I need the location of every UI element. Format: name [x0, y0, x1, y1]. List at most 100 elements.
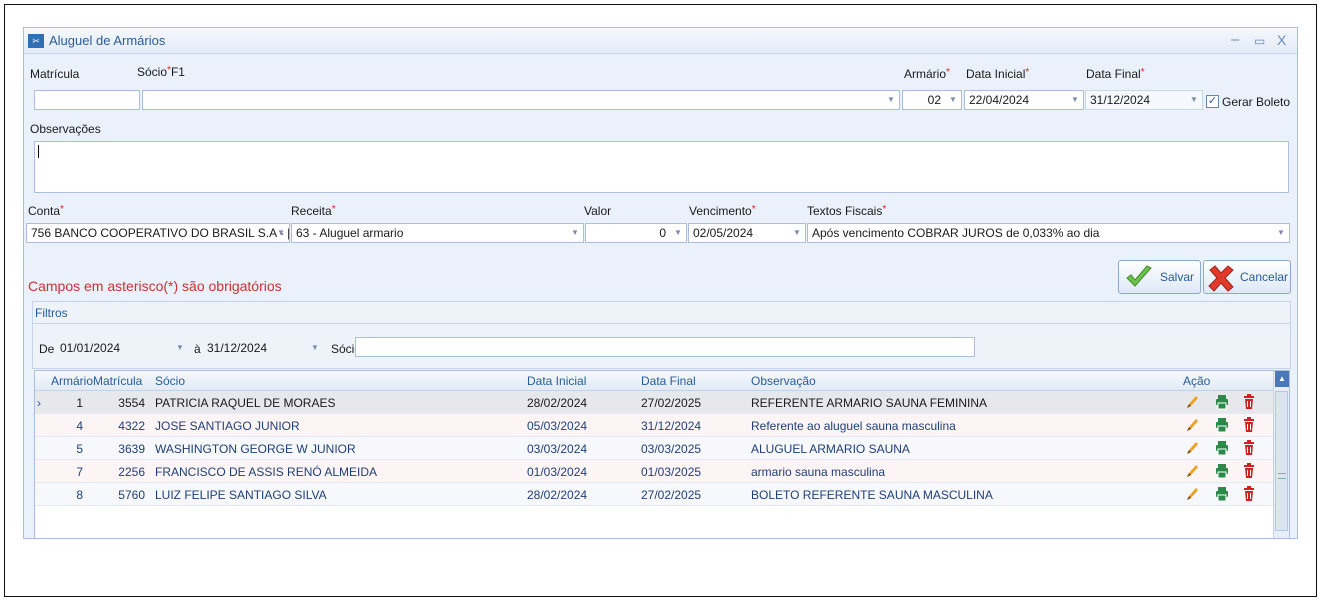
chevron-down-icon[interactable]: ▼	[945, 91, 961, 109]
cell-socio: WASHINGTON GEORGE W JUNIOR	[155, 442, 356, 456]
textos-fiscais-label: Textos Fiscais*	[807, 204, 886, 218]
textos-fiscais-label-text: Textos Fiscais	[807, 204, 883, 218]
cell-data-final: 03/03/2025	[641, 442, 702, 456]
cell-armario: 5	[76, 442, 83, 456]
armario-label: Armário*	[904, 67, 950, 81]
col-acao[interactable]: Ação	[1183, 374, 1210, 388]
cell-armario: 4	[76, 419, 83, 433]
required-mark: *	[331, 204, 336, 215]
close-button[interactable]: X	[1277, 32, 1286, 48]
col-data-inicial[interactable]: Data Inicial	[527, 374, 586, 388]
receita-label-text: Receita	[291, 204, 332, 218]
conta-combo[interactable]: 756 BANCO COOPERATIVO DO BRASIL S.A - | …	[26, 223, 290, 243]
filter-socio-input[interactable]	[355, 337, 975, 357]
edit-icon[interactable]	[1185, 417, 1199, 433]
maximize-button[interactable]: ▭	[1254, 34, 1265, 48]
cell-data-final: 01/03/2025	[641, 465, 702, 479]
data-inicial-value: 22/04/2024	[969, 93, 1030, 107]
delete-icon[interactable]	[1242, 486, 1256, 502]
filter-a-picker[interactable]: 31/12/2024 ▼	[202, 338, 324, 358]
scroll-thumb[interactable]	[1275, 391, 1288, 531]
delete-icon[interactable]	[1242, 394, 1256, 410]
print-icon[interactable]	[1215, 463, 1229, 479]
print-icon[interactable]	[1215, 394, 1229, 410]
filters-title: Filtros	[35, 306, 68, 320]
valor-label: Valor	[584, 204, 612, 218]
cell-data-inicial: 01/03/2024	[527, 465, 588, 479]
socio-combo[interactable]: ▼	[142, 90, 900, 110]
save-button[interactable]: Salvar	[1118, 260, 1201, 294]
title-bar: ✂ Aluguel de Armários – ▭ X	[24, 28, 1297, 54]
minimize-button[interactable]: –	[1231, 31, 1239, 48]
cell-matricula: 5760	[118, 488, 145, 502]
table-row[interactable]: › 1 3554 PATRICIA RAQUEL DE MORAES 28/02/202…	[35, 391, 1275, 414]
cancel-button[interactable]: Cancelar	[1203, 260, 1291, 294]
col-armario[interactable]: Armário	[51, 374, 93, 388]
data-inicial-picker[interactable]: 22/04/2024 ▼	[964, 90, 1084, 110]
required-mark: *	[60, 204, 64, 215]
chevron-down-icon[interactable]: ▼	[1186, 91, 1202, 109]
grid-scrollbar[interactable]: ▲	[1273, 371, 1289, 538]
data-final-picker[interactable]: 31/12/2024 ▼	[1085, 90, 1203, 110]
aluguel-armarios-window: ✂ Aluguel de Armários – ▭ X Matrícula Só…	[23, 27, 1298, 539]
cell-observacao: BOLETO REFERENTE SAUNA MASCULINA	[751, 488, 993, 502]
cell-armario: 8	[76, 488, 83, 502]
window-title: Aluguel de Armários	[49, 33, 166, 48]
valor-spinner[interactable]: 0 ▼	[585, 223, 687, 243]
cell-data-inicial: 28/02/2024	[527, 396, 588, 410]
edit-icon[interactable]	[1185, 486, 1199, 502]
edit-icon[interactable]	[1185, 394, 1199, 410]
chevron-down-icon[interactable]: ▼	[670, 224, 686, 242]
armario-combo[interactable]: 02 ▼	[902, 90, 962, 110]
socio-label-text: Sócio	[137, 65, 168, 79]
print-icon[interactable]	[1215, 440, 1229, 456]
delete-icon[interactable]	[1242, 463, 1256, 479]
conta-label: Conta*	[28, 204, 64, 218]
delete-icon[interactable]	[1242, 440, 1256, 456]
edit-icon[interactable]	[1185, 440, 1199, 456]
scroll-up-icon[interactable]: ▲	[1275, 371, 1289, 387]
cell-armario: 1	[76, 396, 83, 410]
col-matricula[interactable]: Matrícula	[93, 374, 142, 388]
vencimento-picker[interactable]: 02/05/2024 ▼	[688, 223, 806, 243]
table-row[interactable]: 7 2256 FRANCISCO DE ASSIS RENÓ ALMEIDA 01/0…	[35, 460, 1275, 483]
app-icon: ✂	[28, 34, 44, 48]
observacoes-textarea[interactable]	[34, 141, 1289, 193]
filter-a-value: 31/12/2024	[207, 341, 268, 355]
col-data-final[interactable]: Data Final	[641, 374, 696, 388]
cell-data-final: 27/02/2025	[641, 396, 702, 410]
socio-f1-hint: F1	[170, 65, 185, 79]
print-icon[interactable]	[1215, 417, 1229, 433]
data-final-value: 31/12/2024	[1090, 93, 1151, 107]
chevron-down-icon[interactable]: ▼	[273, 224, 289, 242]
required-fields-hint: Campos em asterisco(*) são obrigatórios	[28, 278, 282, 294]
vencimento-value: 02/05/2024	[693, 226, 754, 240]
chevron-down-icon[interactable]: ▼	[1067, 91, 1083, 109]
textos-fiscais-combo[interactable]: Após vencimento COBRAR JUROS de 0,033% a…	[807, 223, 1290, 243]
table-row[interactable]: 5 3639 WASHINGTON GEORGE W JUNIOR 03/03/202…	[35, 437, 1275, 460]
data-final-label-text: Data Final	[1086, 67, 1141, 81]
cancel-x-icon	[1208, 265, 1234, 292]
gerar-boleto-checkbox[interactable]: ✓	[1206, 95, 1219, 108]
col-observacao[interactable]: Observação	[751, 374, 816, 388]
grid-header: Armário Matrícula Sócio Data Inicial Dat…	[35, 371, 1275, 391]
socio-label: Sócio*F1	[137, 65, 185, 79]
chevron-down-icon[interactable]: ▼	[172, 339, 188, 357]
chevron-down-icon[interactable]: ▼	[307, 339, 323, 357]
delete-icon[interactable]	[1242, 417, 1256, 433]
table-row[interactable]: 4 4322 JOSE SANTIAGO JUNIOR 05/03/2024 31/12…	[35, 414, 1275, 437]
print-icon[interactable]	[1215, 486, 1229, 502]
receita-combo[interactable]: 63 - Aluguel armario ▼	[291, 223, 584, 243]
matricula-input[interactable]	[34, 90, 140, 110]
chevron-down-icon[interactable]: ▼	[567, 224, 583, 242]
table-row[interactable]: 8 5760 LUIZ FELIPE SANTIAGO SILVA 28/02/202…	[35, 483, 1275, 506]
filter-de-picker[interactable]: 01/01/2024 ▼	[55, 338, 189, 358]
chevron-down-icon[interactable]: ▼	[883, 91, 899, 109]
edit-icon[interactable]	[1185, 463, 1199, 479]
col-socio[interactable]: Sócio	[155, 374, 185, 388]
required-mark: *	[1140, 67, 1145, 78]
chevron-down-icon[interactable]: ▼	[1273, 224, 1289, 242]
vencimento-label-text: Vencimento	[689, 204, 752, 218]
chevron-down-icon[interactable]: ▼	[789, 224, 805, 242]
data-inicial-label: Data Inicial*	[966, 67, 1029, 81]
